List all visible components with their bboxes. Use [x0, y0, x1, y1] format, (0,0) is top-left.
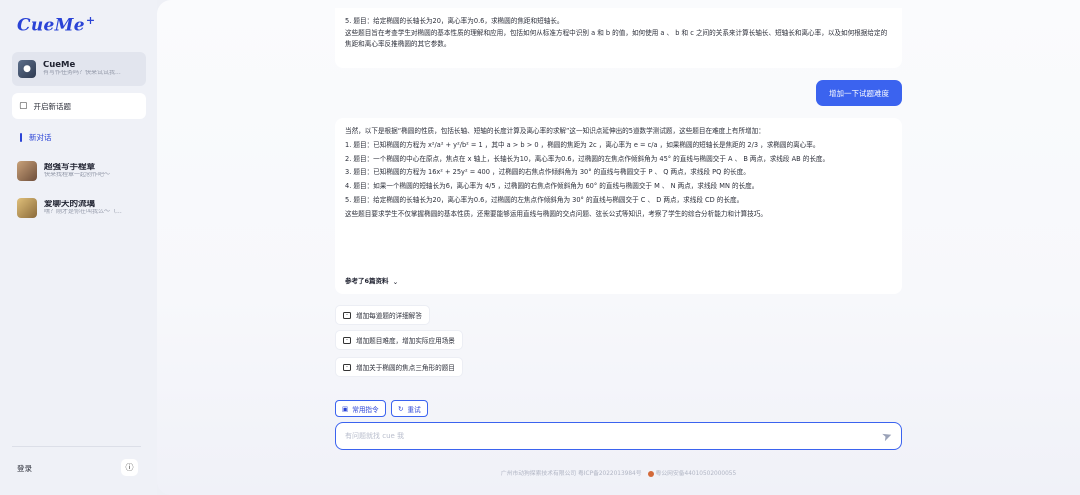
- list-item: 2. 题目：一个椭圆的中心在原点，焦点在 x 轴上，长轴长为10，离心率为0.6…: [345, 154, 830, 163]
- chat-main: 5. 题目：给定椭圆的长轴长为20，离心率为0.6，求椭圆的焦距和短轴长。 这些…: [157, 0, 1080, 495]
- agent-subtitle: 有写作任务吗？快来试试我...: [43, 70, 121, 77]
- avatar: [17, 161, 37, 181]
- references-label: 参考了6篇资料: [345, 277, 389, 286]
- list-item: 5. 题目：给定椭圆的长轴长为20，离心率为0.6，过椭圆的左焦点作倾斜角为 3…: [345, 196, 744, 205]
- suggestion-label: 增加关于椭圆的焦点三角形的题目: [356, 364, 455, 372]
- list-item: 3. 题目：已知椭圆的方程为 16x² + 25y² = 400 ，过椭圆的右焦…: [345, 168, 750, 177]
- send-icon[interactable]: ➤: [880, 428, 894, 445]
- sidebar: CueMe+ ● CueMe 有写作任务吗？快来试试我... ▢ 开启新话题 新…: [0, 0, 157, 495]
- previous-summary: 这些题目旨在考查学生对椭圆的基本性质的理解和应用，包括如何从标准方程中识别 a …: [345, 28, 888, 49]
- list-item: 4. 题目：如果一个椭圆的短轴长为6，离心率为 4/5 ，过椭圆的右焦点作倾斜角…: [345, 182, 759, 191]
- footer-police-wrap: 粤公网安备44010502000055: [647, 468, 737, 477]
- active-indicator: [20, 133, 22, 142]
- suggestion-label: 增加题目难度，增加实际应用场景: [356, 337, 455, 345]
- sidebar-item-chatter[interactable]: 爱聊天的流璃 嘿？刚才是你在叫我么～（...: [17, 196, 147, 220]
- new-topic-label: 开启新话题: [33, 101, 72, 111]
- footer-police: 粤公网安备44010502000055: [655, 471, 737, 477]
- suggestion-button[interactable]: · 增加关于椭圆的焦点三角形的题目: [335, 357, 463, 377]
- previous-item: 5. 题目：给定椭圆的长轴长为20，离心率为0.6，求椭圆的焦距和短轴长。: [345, 17, 564, 25]
- chat-input[interactable]: [345, 432, 882, 440]
- references-toggle[interactable]: 参考了6篇资料 ⌄: [345, 276, 398, 288]
- chevron-down-icon: ⌄: [392, 278, 399, 286]
- current-label: 新对话: [29, 133, 52, 142]
- suggestion-button[interactable]: · 增加每道题的详细解答: [335, 305, 430, 325]
- message-icon: ·: [343, 311, 351, 319]
- login-link[interactable]: 登录: [17, 463, 32, 474]
- assistant-answer: 当然，以下是根据“椭圆的性质，包括长轴、短轴的长度计算及离心率的求解”这一知识点…: [335, 118, 902, 294]
- sidebar-item-writer[interactable]: 超强写手程章 快来找程章一起创作吧～: [17, 159, 147, 183]
- info-button[interactable]: ⓘ: [121, 459, 138, 476]
- retry-label: 重试: [407, 405, 421, 414]
- command-icon: ▣: [342, 404, 349, 413]
- footer: 广州市动狗探索技术有限公司 粤ICP备2022013984号 粤公网安备4401…: [157, 468, 1080, 477]
- info-icon: ⓘ: [125, 463, 134, 472]
- police-badge-icon: [647, 470, 654, 477]
- conversation-title: 超强写手程章: [44, 162, 96, 172]
- refresh-icon: ↻: [398, 404, 404, 413]
- agent-title: CueMe: [43, 60, 76, 70]
- divider: [12, 446, 141, 447]
- retry-button[interactable]: ↻ 重试: [391, 400, 428, 417]
- footer-company: 广州市动狗探索技术有限公司 粤ICP备2022013984号: [500, 471, 642, 477]
- suggestion-button[interactable]: · 增加题目难度，增加实际应用场景: [335, 330, 463, 350]
- common-commands-label: 常用指令: [352, 405, 379, 414]
- new-chat-icon: ▢: [19, 101, 28, 111]
- app-logo[interactable]: CueMe+: [17, 14, 95, 36]
- list-item: 1. 题目：已知椭圆的方程为 x²/a² + y²/b² = 1 ，其中 a >…: [345, 140, 820, 149]
- conversation-title: 爱聊天的流璃: [44, 199, 96, 209]
- question-list: 1. 题目：已知椭圆的方程为 x²/a² + y²/b² = 1 ，其中 a >…: [345, 140, 892, 207]
- message-icon: ·: [343, 336, 351, 344]
- new-topic-button[interactable]: ▢ 开启新话题: [12, 93, 146, 119]
- sidebar-item-current[interactable]: 新对话: [20, 132, 52, 143]
- agent-card-cueme[interactable]: ● CueMe 有写作任务吗？快来试试我...: [12, 52, 146, 86]
- conversation-subtitle: 嘿？刚才是你在叫我么～（...: [44, 209, 122, 216]
- conversation-subtitle: 快来找程章一起创作吧～: [44, 172, 111, 179]
- previous-answer: 5. 题目：给定椭圆的长轴长为20，离心率为0.6，求椭圆的焦距和短轴长。 这些…: [335, 8, 902, 68]
- answer-outro: 这些题目要求学生不仅掌握椭圆的基本性质，还需要能够运用直线与椭圆的交点问题、弦长…: [345, 210, 767, 219]
- avatar: ●: [18, 60, 36, 78]
- avatar: [17, 198, 37, 218]
- answer-intro: 当然，以下是根据“椭圆的性质，包括长轴、短轴的长度计算及离心率的求解”这一知识点…: [345, 127, 765, 135]
- suggestion-label: 增加每道题的详细解答: [356, 312, 422, 320]
- user-message: 增加一下试题难度: [816, 80, 902, 106]
- message-icon: ·: [343, 363, 351, 371]
- chat-input-box[interactable]: ➤: [335, 422, 902, 450]
- common-commands-button[interactable]: ▣ 常用指令: [335, 400, 386, 417]
